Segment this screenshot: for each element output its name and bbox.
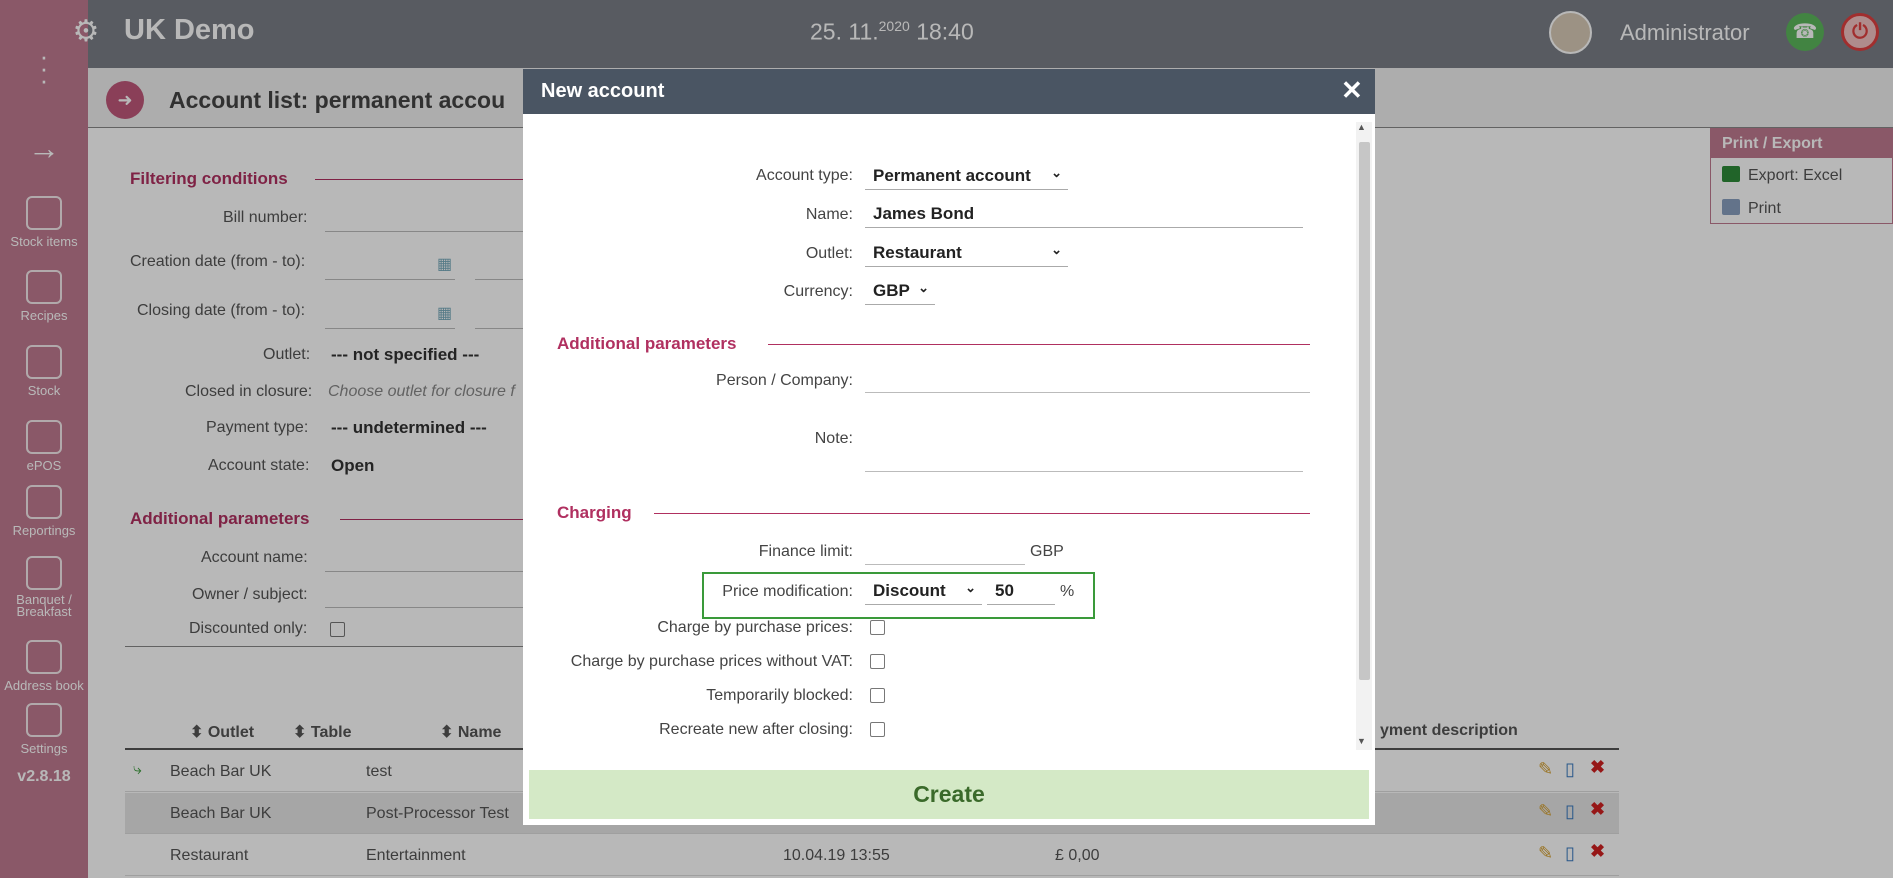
note-textarea[interactable] <box>865 471 1303 472</box>
percent-unit: % <box>1060 583 1075 600</box>
scrollbar-thumb[interactable] <box>1359 142 1370 680</box>
finance-unit: GBP <box>1030 543 1064 560</box>
note-label: Note: <box>814 430 853 447</box>
scroll-down-icon[interactable]: ▼ <box>1357 736 1366 746</box>
finance-limit-input[interactable] <box>865 564 1025 565</box>
temp-blocked-checkbox[interactable] <box>870 688 885 703</box>
charge-purchase-novat-checkbox[interactable] <box>870 654 885 669</box>
price-modification-select[interactable]: Discount ⌄ <box>865 577 982 605</box>
temp-blocked-label: Temporarily blocked: <box>706 687 853 704</box>
account-type-select[interactable]: Permanent account ⌄ <box>865 162 1068 190</box>
charge-purchase-checkbox[interactable] <box>870 620 885 635</box>
price-modification-label: Price modification: <box>722 583 853 600</box>
person-company-label: Person / Company: <box>716 372 853 389</box>
divider <box>654 513 1310 514</box>
charge-purchase-label: Charge by purchase prices: <box>657 619 853 636</box>
outlet-label: Outlet: <box>805 245 853 262</box>
chevron-down-icon: ⌄ <box>918 280 929 295</box>
name-label: Name: <box>805 206 853 223</box>
name-input[interactable]: James Bond <box>865 200 1303 228</box>
charge-purchase-novat-label: Charge by purchase prices without VAT: <box>570 653 853 670</box>
outlet-select[interactable]: Restaurant ⌄ <box>865 239 1068 267</box>
scroll-up-icon[interactable]: ▲ <box>1357 122 1366 132</box>
recreate-checkbox[interactable] <box>870 722 885 737</box>
chevron-down-icon: ⌄ <box>965 580 976 595</box>
additional-section-title: Additional parameters <box>557 334 737 353</box>
recreate-label: Recreate new after closing: <box>659 721 853 738</box>
dialog-title: New account <box>541 80 665 102</box>
close-icon[interactable]: ✕ <box>1341 75 1363 106</box>
charging-section-title: Charging <box>557 503 632 522</box>
chevron-down-icon: ⌄ <box>1051 242 1062 257</box>
create-button[interactable]: Create <box>529 770 1369 819</box>
person-company-input[interactable] <box>865 392 1310 393</box>
finance-limit-label: Finance limit: <box>758 543 853 560</box>
account-type-label: Account type: <box>756 167 853 184</box>
divider <box>768 344 1310 345</box>
chevron-down-icon: ⌄ <box>1051 165 1062 180</box>
currency-label: Currency: <box>783 283 853 300</box>
new-account-dialog: New account ✕ ▲ ▼ Account type: Permanen… <box>523 69 1375 825</box>
price-modification-value[interactable]: 50 <box>987 577 1055 605</box>
currency-select[interactable]: GBP ⌄ <box>865 277 935 305</box>
